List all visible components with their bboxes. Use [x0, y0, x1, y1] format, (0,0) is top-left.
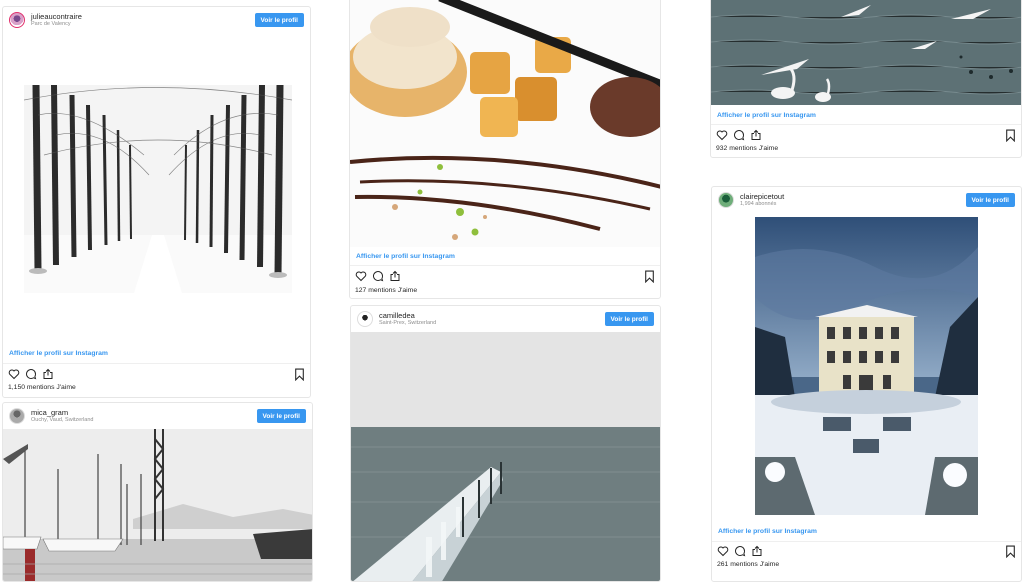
username[interactable]: camilledea: [379, 311, 436, 320]
post-card-camilledea: camilledea Saint-Prex, Switzerland Voir …: [350, 305, 661, 582]
share-icon[interactable]: [750, 129, 762, 141]
heart-icon[interactable]: [716, 129, 728, 141]
bookmark-icon[interactable]: [1005, 129, 1016, 142]
share-icon[interactable]: [389, 270, 401, 282]
follow-button[interactable]: Voir le profil: [604, 312, 654, 326]
post-photo-frozen-pier-lake[interactable]: [351, 332, 660, 581]
post-card-mica_gram: mica_gram Ouchy, Vaud, Switzerland Voir …: [2, 402, 313, 582]
divider: [711, 124, 1021, 125]
comment-icon[interactable]: [372, 270, 384, 282]
comment-icon[interactable]: [733, 129, 745, 141]
username[interactable]: mica_gram: [31, 408, 93, 417]
likes-count[interactable]: 261 mentions J'aime: [717, 561, 779, 568]
post-header: mica_gram Ouchy, Vaud, Switzerland Voir …: [3, 403, 312, 429]
view-profile-link[interactable]: Afficher le profil sur Instagram: [9, 350, 108, 357]
post-card-clairepicetout: clairepicetout 1,994 abonnés Voir le pro…: [711, 186, 1022, 582]
post-card-julieaucontraire: julieaucontraire Parc de Valency Voir le…: [2, 6, 311, 398]
view-profile-link[interactable]: Afficher le profil sur Instagram: [356, 253, 455, 260]
post-card-swans: Afficher le profil sur Instagram 932 men…: [710, 0, 1022, 158]
post-actions: [717, 545, 763, 557]
post-header: camilledea Saint-Prex, Switzerland Voir …: [351, 306, 660, 332]
post-photo-snowy-villa[interactable]: [755, 217, 978, 515]
username[interactable]: julieaucontraire: [31, 12, 82, 21]
follow-button[interactable]: Voir le profil: [254, 13, 304, 27]
post-actions: [716, 129, 762, 141]
divider: [712, 541, 1021, 542]
comment-icon[interactable]: [25, 368, 37, 380]
post-card-dessert: Afficher le profil sur Instagram 127 men…: [349, 0, 661, 299]
post-actions: [355, 270, 401, 282]
post-photo-snowy-tree-avenue[interactable]: [24, 85, 292, 293]
location[interactable]: Saint-Prex, Switzerland: [379, 320, 436, 327]
post-header: julieaucontraire Parc de Valency Voir le…: [3, 7, 310, 33]
post-photo-plated-dessert[interactable]: [350, 0, 660, 247]
username[interactable]: clairepicetout: [740, 192, 784, 201]
avatar[interactable]: [357, 311, 373, 327]
followers-count: 1,994 abonnés: [740, 200, 777, 207]
location[interactable]: Parc de Valency: [31, 21, 82, 28]
follow-button[interactable]: Voir le profil: [965, 193, 1015, 207]
post-photo-harbor-sailboats[interactable]: [3, 429, 312, 581]
avatar[interactable]: [718, 192, 734, 208]
avatar[interactable]: [9, 408, 25, 424]
comment-icon[interactable]: [734, 545, 746, 557]
divider: [350, 265, 660, 266]
share-icon[interactable]: [751, 545, 763, 557]
follow-button[interactable]: Voir le profil: [256, 409, 306, 423]
bookmark-icon[interactable]: [294, 368, 305, 381]
likes-count[interactable]: 932 mentions J'aime: [716, 145, 778, 152]
post-actions: [8, 368, 54, 380]
bookmark-icon[interactable]: [1005, 545, 1016, 558]
heart-icon[interactable]: [355, 270, 367, 282]
divider: [3, 363, 310, 364]
bookmark-icon[interactable]: [644, 270, 655, 283]
share-icon[interactable]: [42, 368, 54, 380]
likes-count[interactable]: 1,150 mentions J'aime: [8, 384, 76, 391]
likes-count[interactable]: 127 mentions J'aime: [355, 287, 417, 294]
view-profile-link[interactable]: Afficher le profil sur Instagram: [717, 112, 816, 119]
location[interactable]: Ouchy, Vaud, Switzerland: [31, 417, 93, 424]
view-profile-link[interactable]: Afficher le profil sur Instagram: [718, 528, 817, 535]
post-photo-lake-with-swans[interactable]: [711, 0, 1021, 105]
post-header: clairepicetout 1,994 abonnés Voir le pro…: [712, 187, 1021, 213]
heart-icon[interactable]: [717, 545, 729, 557]
heart-icon[interactable]: [8, 368, 20, 380]
avatar[interactable]: [9, 12, 25, 28]
